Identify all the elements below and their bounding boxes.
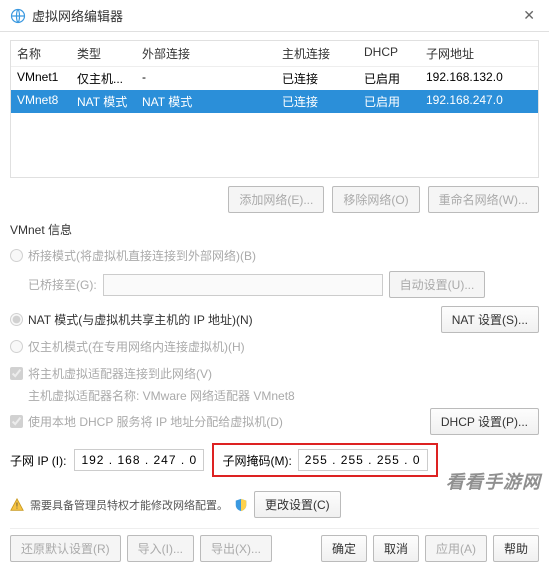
import-button[interactable]: 导入(I)... — [127, 535, 194, 562]
dhcp-settings-button[interactable]: DHCP 设置(P)... — [430, 408, 539, 435]
col-header-type[interactable]: 类型 — [71, 41, 136, 66]
col-header-ext[interactable]: 外部连接 — [136, 41, 276, 66]
subnet-mask-input[interactable]: 255 . 255 . 255 . 0 — [298, 449, 428, 471]
bottom-bar: 还原默认设置(R) 导入(I)... 导出(X)... 确定 取消 应用(A) … — [10, 535, 539, 562]
host-connect-row: 将主机虚拟适配器连接到此网络(V) — [10, 362, 539, 385]
col-header-dhcp[interactable]: DHCP — [358, 41, 420, 66]
table-row[interactable]: VMnet1 仅主机... - 已连接 已启用 192.168.132.0 — [11, 67, 538, 90]
auto-settings-button[interactable]: 自动设置(U)... — [389, 271, 486, 298]
cell-type: NAT 模式 — [71, 90, 136, 113]
host-connect-checkbox[interactable] — [10, 367, 23, 380]
nat-settings-button[interactable]: NAT 设置(S)... — [441, 306, 539, 333]
nat-mode-row: NAT 模式(与虚拟机共享主机的 IP 地址)(N) NAT 设置(S)... — [10, 306, 539, 333]
bridge-mode-radio-row: 桥接模式(将虚拟机直接连接到外部网络)(B) — [10, 244, 539, 267]
col-header-subnet[interactable]: 子网地址 — [420, 41, 538, 66]
restore-defaults-button[interactable]: 还原默认设置(R) — [10, 535, 121, 562]
subnet-ip-label: 子网 IP (I): — [10, 452, 66, 469]
bridge-mode-label: 桥接模式(将虚拟机直接连接到外部网络)(B) — [28, 247, 256, 264]
hostonly-mode-radio[interactable] — [10, 340, 23, 353]
subnet-mask-highlight: 子网掩码(M): 255 . 255 . 255 . 0 — [212, 443, 437, 477]
subnet-mask-label: 子网掩码(M): — [222, 452, 291, 469]
dhcp-checkbox[interactable] — [10, 415, 23, 428]
apply-button[interactable]: 应用(A) — [425, 535, 487, 562]
bridge-to-label: 已桥接至(G): — [28, 276, 97, 293]
watermark: 看看手游网 — [446, 468, 541, 494]
separator — [10, 528, 539, 529]
network-table: 名称 类型 外部连接 主机连接 DHCP 子网地址 VMnet1 仅主机... … — [10, 40, 539, 178]
cell-subnet: 192.168.132.0 — [420, 67, 538, 90]
cell-name: VMnet8 — [11, 90, 71, 113]
help-button[interactable]: 帮助 — [493, 535, 539, 562]
titlebar: 虚拟网络编辑器 ✕ — [0, 0, 549, 32]
adapter-name-label: 主机虚拟适配器名称: VMware 网络适配器 VMnet8 — [28, 385, 539, 406]
cell-name: VMnet1 — [11, 67, 71, 90]
cancel-button[interactable]: 取消 — [373, 535, 419, 562]
svg-text:!: ! — [16, 501, 18, 510]
cell-host: 已连接 — [276, 67, 358, 90]
nat-mode-label: NAT 模式(与虚拟机共享主机的 IP 地址)(N) — [28, 311, 253, 328]
rename-network-button[interactable]: 重命名网络(W)... — [428, 186, 539, 213]
dhcp-row: 使用本地 DHCP 服务将 IP 地址分配给虚拟机(D) DHCP 设置(P).… — [10, 408, 539, 435]
bridge-to-row: 已桥接至(G): 自动设置(U)... — [28, 271, 539, 298]
nat-mode-radio[interactable] — [10, 313, 23, 326]
vmnet-info-title: VMnet 信息 — [10, 221, 539, 238]
admin-text: 需要具备管理员特权才能修改网络配置。 — [30, 497, 228, 513]
table-row[interactable]: VMnet8 NAT 模式 NAT 模式 已连接 已启用 192.168.247… — [11, 90, 538, 113]
col-header-host[interactable]: 主机连接 — [276, 41, 358, 66]
cell-dhcp: 已启用 — [358, 90, 420, 113]
hostonly-mode-label: 仅主机模式(在专用网络内连接虚拟机)(H) — [28, 338, 245, 355]
dhcp-label: 使用本地 DHCP 服务将 IP 地址分配给虚拟机(D) — [28, 413, 283, 430]
export-button[interactable]: 导出(X)... — [200, 535, 272, 562]
cell-ext: - — [136, 67, 276, 90]
table-header: 名称 类型 外部连接 主机连接 DHCP 子网地址 — [11, 41, 538, 67]
remove-network-button[interactable]: 移除网络(O) — [332, 186, 419, 213]
ok-button[interactable]: 确定 — [321, 535, 367, 562]
globe-icon — [10, 8, 26, 24]
cell-subnet: 192.168.247.0 — [420, 90, 538, 113]
table-actions: 添加网络(E)... 移除网络(O) 重命名网络(W)... — [10, 186, 539, 213]
bridge-to-dropdown[interactable] — [103, 274, 383, 296]
cell-host: 已连接 — [276, 90, 358, 113]
window-title: 虚拟网络编辑器 — [32, 6, 519, 25]
close-icon[interactable]: ✕ — [519, 7, 539, 24]
cell-type: 仅主机... — [71, 67, 136, 90]
cell-dhcp: 已启用 — [358, 67, 420, 90]
host-connect-label: 将主机虚拟适配器连接到此网络(V) — [28, 365, 212, 382]
col-header-name[interactable]: 名称 — [11, 41, 71, 66]
hostonly-mode-row: 仅主机模式(在专用网络内连接虚拟机)(H) — [10, 335, 539, 358]
subnet-ip-input[interactable]: 192 . 168 . 247 . 0 — [74, 449, 204, 471]
bridge-mode-radio[interactable] — [10, 249, 23, 262]
change-settings-button[interactable]: 更改设置(C) — [254, 491, 341, 518]
add-network-button[interactable]: 添加网络(E)... — [228, 186, 324, 213]
cell-ext: NAT 模式 — [136, 90, 276, 113]
